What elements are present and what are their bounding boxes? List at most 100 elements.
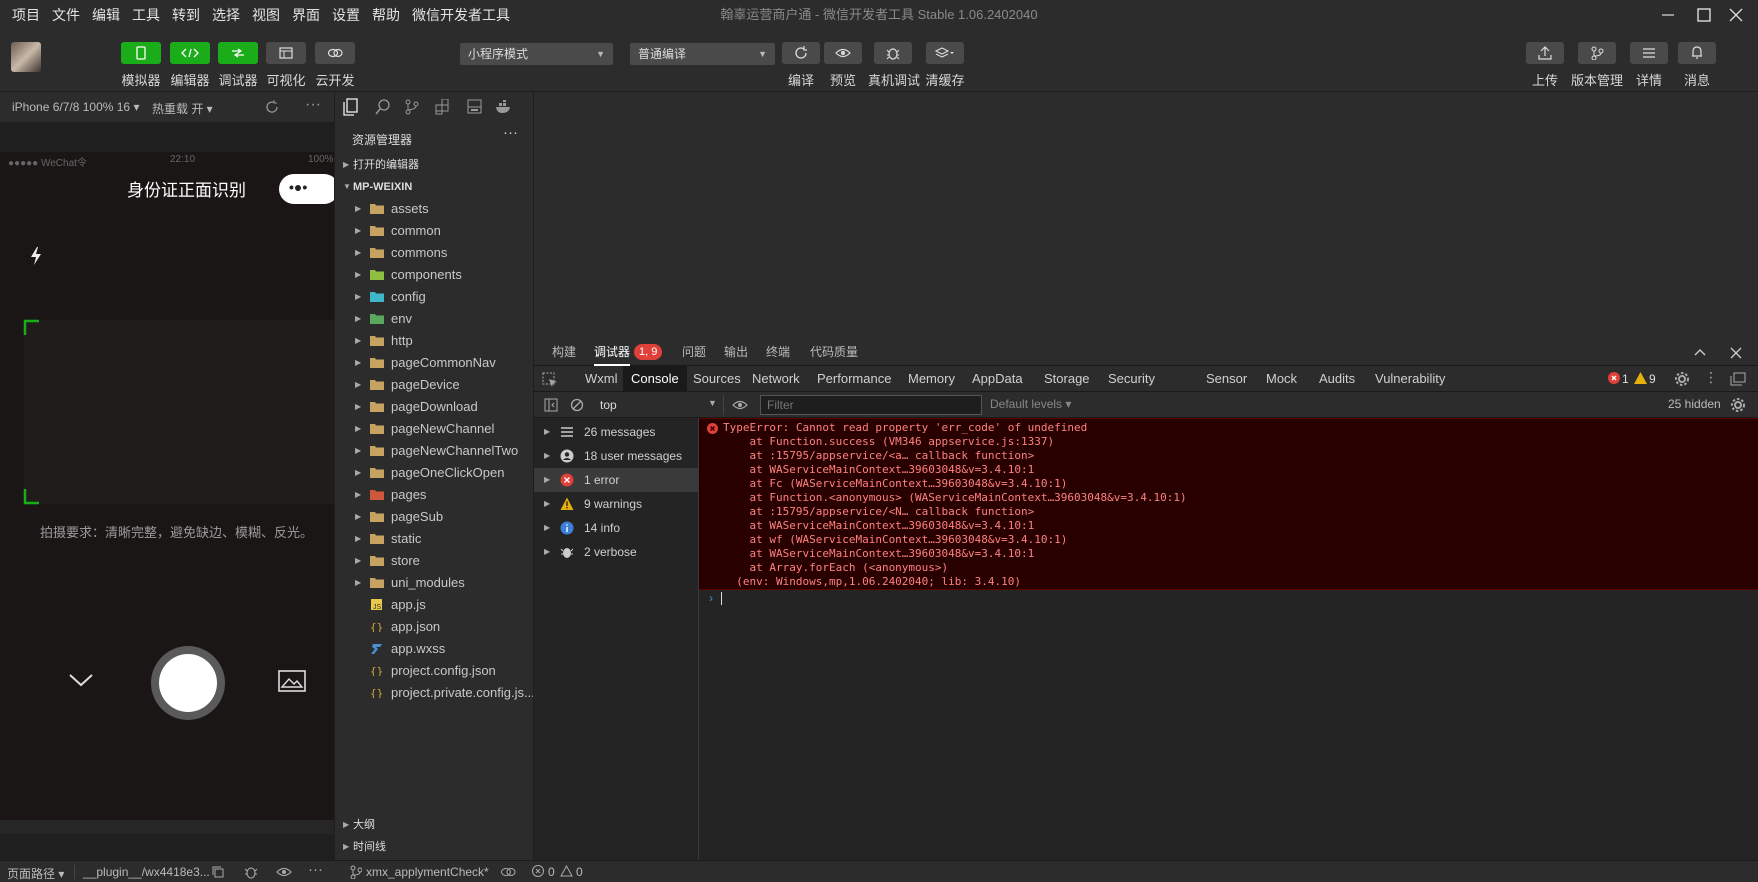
stack-frame[interactable]: at Fc (WAServiceMainContext…39603048&v=3… — [723, 477, 1067, 491]
console-filter-user[interactable]: ▶ 18 user messages — [534, 444, 699, 468]
tree-item[interactable]: {} project.private.config.js... — [335, 682, 533, 704]
close-window-button[interactable] — [1714, 0, 1758, 30]
console-filter-error[interactable]: ▶ 1 error — [534, 468, 699, 492]
gear-icon[interactable] — [1674, 371, 1690, 387]
tree-item[interactable]: ▶ pageCommonNav — [335, 352, 533, 374]
outline-section[interactable]: ▶ 大纲 — [335, 814, 533, 836]
tab-debugger[interactable]: 调试器 — [594, 338, 631, 366]
tab-output[interactable]: 输出 — [724, 338, 748, 366]
stack-frame[interactable]: at Function.success (VM346 appservice.js… — [723, 435, 1054, 449]
tree-item[interactable]: ▶ pageOneClickOpen — [335, 462, 533, 484]
tab-vulnerability[interactable]: Vulnerability — [1367, 366, 1453, 392]
debugger-button[interactable] — [218, 42, 258, 64]
stack-frame[interactable]: at Array.forEach (<anonymous>) — [723, 561, 948, 575]
bug-icon[interactable] — [244, 865, 258, 879]
cloud-button[interactable] — [315, 42, 355, 64]
status-error-count[interactable]: 0 — [548, 865, 555, 879]
real-debug-button[interactable] — [874, 42, 912, 64]
tree-item[interactable]: ▶ static — [335, 528, 533, 550]
tree-item[interactable]: {} project.config.json — [335, 660, 533, 682]
kebab-icon[interactable]: ⋮ — [1704, 369, 1718, 386]
tab-memory[interactable]: Memory — [900, 366, 963, 392]
tree-item[interactable]: ▶ store — [335, 550, 533, 572]
tree-item[interactable]: ▶ env — [335, 308, 533, 330]
visual-button[interactable] — [266, 42, 306, 64]
levels-select[interactable]: Default levels ▾ — [990, 397, 1071, 411]
branch-name[interactable]: xmx_applymentCheck* — [366, 865, 489, 879]
clear-cache-button[interactable] — [926, 42, 964, 64]
menu-item[interactable]: 微信开发者工具 — [406, 0, 516, 30]
flash-icon[interactable] — [28, 246, 44, 266]
device-select[interactable]: iPhone 6/7/8 100% 16 ▾ — [12, 100, 139, 114]
undock-icon[interactable] — [1730, 372, 1746, 386]
console-filter-verbose[interactable]: ▶ 2 verbose — [534, 540, 699, 564]
tree-item[interactable]: ▶ components — [335, 264, 533, 286]
tab-network[interactable]: Network — [744, 366, 808, 392]
messages-button[interactable] — [1678, 42, 1716, 64]
console-filter-list[interactable]: ▶ 26 messages — [534, 420, 699, 444]
hot-reload-toggle[interactable]: 热重载 开 ▾ — [152, 100, 213, 117]
tab-console[interactable]: Console — [623, 366, 687, 392]
tree-item[interactable]: ▶ pageNewChannelTwo — [335, 440, 533, 462]
sync-icon[interactable] — [500, 866, 516, 878]
tree-item[interactable]: ▶ config — [335, 286, 533, 308]
tab-sensor[interactable]: Sensor — [1198, 366, 1255, 392]
compile-button[interactable] — [782, 42, 820, 64]
menu-item[interactable]: 设置 — [326, 0, 366, 30]
clear-console-icon[interactable] — [570, 398, 584, 412]
layout-icon[interactable] — [467, 99, 483, 115]
more-icon[interactable]: ··· — [308, 861, 323, 878]
chevron-down-icon[interactable] — [68, 672, 94, 688]
upload-button[interactable] — [1526, 42, 1564, 64]
docker-icon[interactable] — [495, 100, 513, 114]
menu-item[interactable]: 工具 — [126, 0, 166, 30]
tree-item[interactable]: app.wxss — [335, 638, 533, 660]
tab-wxml[interactable]: Wxml — [577, 366, 626, 392]
stack-frame[interactable]: at WAServiceMainContext…39603048&v=3.4.1… — [723, 519, 1034, 533]
tab-sources[interactable]: Sources — [685, 366, 749, 392]
eye-icon[interactable] — [732, 400, 748, 410]
menu-item[interactable]: 视图 — [246, 0, 286, 30]
tree-item[interactable]: ▶ pageSub — [335, 506, 533, 528]
sidebar-toggle-icon[interactable] — [544, 398, 558, 412]
preview-button[interactable] — [824, 42, 862, 64]
simulator-button[interactable] — [121, 42, 161, 64]
compile-select[interactable]: 普通编译 ▼ — [630, 43, 775, 65]
copy-icon[interactable] — [212, 866, 224, 878]
stack-frame[interactable]: at :15795/appservice/<N… callback functi… — [723, 505, 1034, 519]
details-button[interactable] — [1630, 42, 1668, 64]
extensions-icon[interactable] — [435, 99, 451, 115]
tree-item[interactable]: ▶ uni_modules — [335, 572, 533, 594]
gallery-icon[interactable] — [278, 670, 306, 692]
avatar[interactable] — [11, 42, 41, 72]
rotate-icon[interactable] — [265, 100, 279, 114]
tree-item[interactable]: ▶ http — [335, 330, 533, 352]
stack-frame[interactable]: at WAServiceMainContext…39603048&v=3.4.1… — [723, 547, 1034, 561]
console-filter-warning[interactable]: ▶ 9 warnings — [534, 492, 699, 516]
menu-item[interactable]: 文件 — [46, 0, 86, 30]
tab-performance[interactable]: Performance — [809, 366, 899, 392]
tab-audits[interactable]: Audits — [1311, 366, 1363, 392]
stack-frame[interactable]: at wf (WAServiceMainContext…39603048&v=3… — [723, 533, 1067, 547]
console-filter-info[interactable]: ▶ 14 info — [534, 516, 699, 540]
open-editors-section[interactable]: ▶ 打开的编辑器 — [335, 154, 533, 176]
tree-item[interactable]: ▶ pageDevice — [335, 374, 533, 396]
menu-item[interactable]: 项目 — [0, 0, 46, 30]
files-icon[interactable] — [343, 98, 359, 116]
stack-frame[interactable]: at :15795/appservice/<a… callback functi… — [723, 449, 1034, 463]
tab-storage[interactable]: Storage — [1036, 366, 1098, 392]
tree-item[interactable]: ▶ commons — [335, 242, 533, 264]
capsule-menu-button[interactable]: •●• — [279, 174, 334, 204]
tab-appdata[interactable]: AppData — [964, 366, 1031, 392]
tree-item[interactable]: ▶ assets — [335, 198, 533, 220]
timeline-section[interactable]: ▶ 时间线 — [335, 836, 533, 858]
mode-select[interactable]: 小程序模式 ▼ — [460, 43, 613, 65]
more-icon[interactable]: ··· — [503, 124, 518, 141]
tree-item[interactable]: JS app.js — [335, 594, 533, 616]
tab-code-quality[interactable]: 代码质量 — [810, 338, 858, 366]
tab-problems[interactable]: 问题 — [682, 338, 706, 366]
close-icon[interactable] — [1730, 347, 1742, 359]
context-select[interactable]: top ▼ — [594, 395, 724, 415]
search-icon[interactable] — [375, 99, 391, 115]
tab-build[interactable]: 构建 — [552, 338, 576, 366]
